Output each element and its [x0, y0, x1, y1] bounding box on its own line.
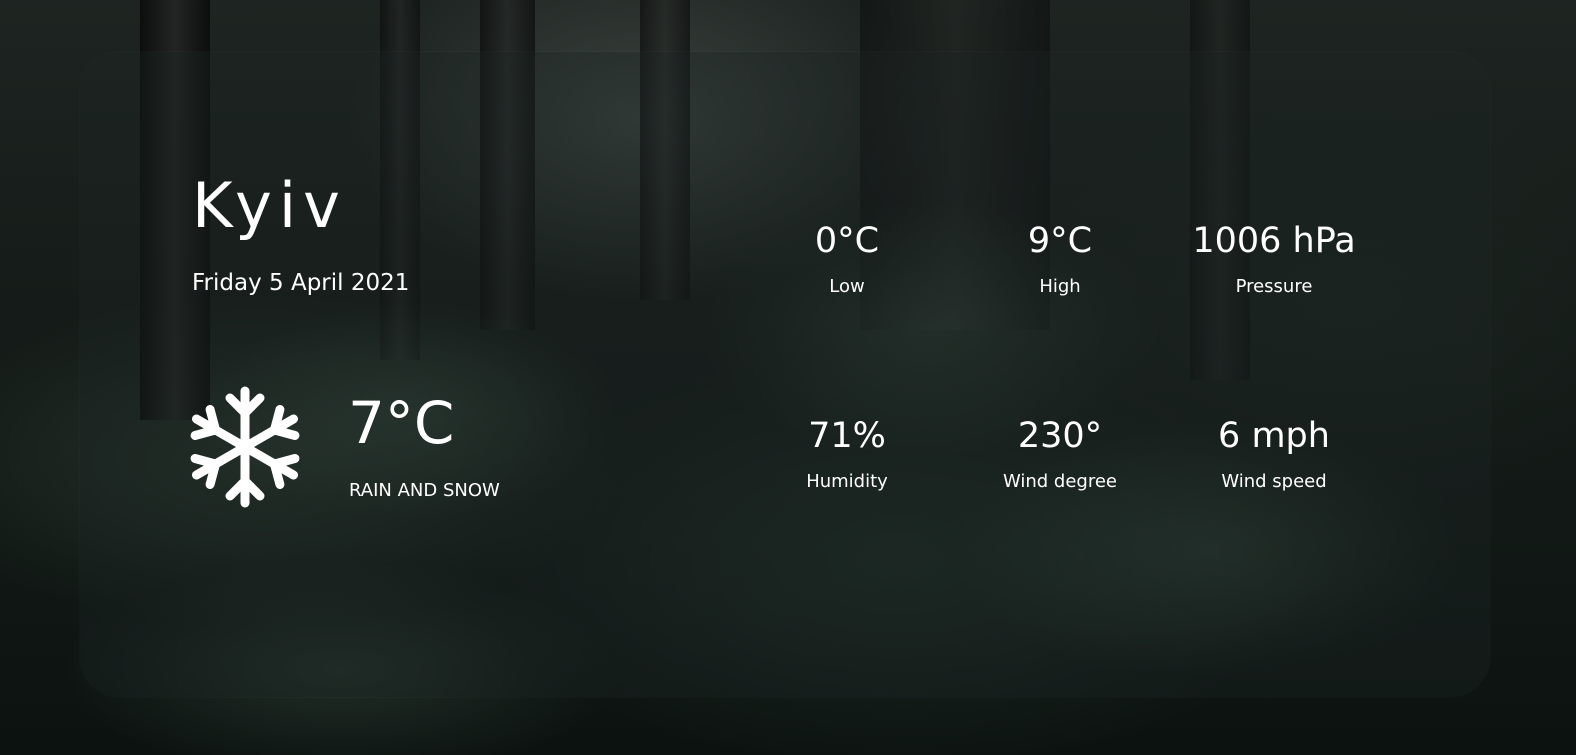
stat-label: Wind speed: [1221, 471, 1327, 492]
stat-label: Low: [829, 276, 865, 297]
weather-condition: RAIN AND SNOW: [349, 480, 500, 501]
stat-pressure: 1006 hPa Pressure: [1174, 219, 1374, 299]
stat-label: Humidity: [806, 471, 888, 492]
current-date: Friday 5 April 2021: [192, 270, 410, 296]
stat-wind-degree: 230° Wind degree: [960, 414, 1160, 494]
stat-value: 1006 hPa: [1192, 221, 1356, 261]
stat-low: 0°C Low: [747, 219, 947, 299]
stat-label: Wind degree: [1002, 471, 1118, 492]
snowflake-icon: [188, 384, 302, 510]
stat-humidity: 71% Humidity: [747, 414, 947, 494]
stat-value: 9°C: [1027, 221, 1093, 261]
stat-label: Pressure: [1235, 276, 1313, 297]
stat-value: 230°: [1017, 416, 1103, 456]
stat-value: 6 mph: [1218, 416, 1330, 456]
stat-high: 9°C High: [960, 219, 1160, 299]
current-temperature: 7°C: [348, 389, 455, 457]
weather-card: [80, 52, 1490, 697]
stat-value: 71%: [808, 416, 886, 456]
stat-label: High: [1039, 276, 1081, 297]
city-name: Kyiv: [192, 169, 347, 242]
stat-wind-speed: 6 mph Wind speed: [1174, 414, 1374, 494]
stat-value: 0°C: [814, 221, 880, 261]
